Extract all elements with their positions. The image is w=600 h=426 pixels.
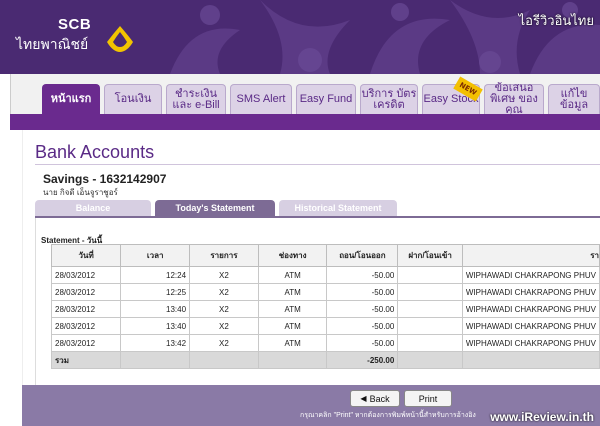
total-empty [120, 351, 191, 369]
tab-sms-alert[interactable]: SMS Alert [230, 84, 292, 114]
table-total-row: รวม -250.00 [50, 351, 600, 369]
back-arrow-icon: ◀ [360, 394, 367, 403]
cell-channel: ATM [257, 300, 328, 318]
cell-deposit [397, 317, 463, 335]
cell-time: 13:40 [120, 317, 191, 335]
cell-deposit [397, 300, 463, 318]
cell-channel: ATM [257, 266, 328, 284]
logo-text-scb: SCB [58, 16, 92, 33]
subtab-todays-statement[interactable]: Today's Statement [155, 200, 275, 216]
title-divider [35, 164, 600, 165]
cell-time: 13:42 [120, 334, 191, 352]
col-withdraw: ถอน/โอนออก [326, 244, 399, 267]
cell-date: 28/03/2012 [50, 317, 122, 335]
cell-time: 12:25 [120, 283, 191, 301]
col-transaction: รายการ [189, 244, 259, 267]
cell-time: 12:24 [120, 266, 191, 284]
cell-details: WIPHAWADI CHAKRAPONG PHUV [461, 300, 600, 318]
cell-transaction: X2 [189, 300, 259, 318]
cell-details: WIPHAWADI CHAKRAPONG PHUV [461, 317, 600, 335]
cell-date: 28/03/2012 [50, 266, 122, 284]
total-withdraw: -250.00 [326, 351, 399, 369]
tab-easy-fund[interactable]: Easy Fund [296, 84, 356, 114]
cell-date: 28/03/2012 [50, 334, 122, 352]
cell-withdraw: -50.00 [326, 334, 399, 352]
back-button-label: Back [369, 393, 390, 404]
cell-deposit [397, 334, 463, 352]
tab-credit-card[interactable]: บริการ บัตรเครดิต [360, 84, 418, 114]
cell-transaction: X2 [189, 283, 259, 301]
cell-withdraw: -50.00 [326, 300, 399, 318]
cell-deposit [397, 266, 463, 284]
cell-channel: ATM [257, 317, 328, 335]
cell-transaction: X2 [189, 334, 259, 352]
tab-transfer[interactable]: โอนเงิน [104, 84, 162, 114]
cell-deposit [397, 283, 463, 301]
cell-date: 28/03/2012 [50, 283, 122, 301]
table-row: 28/03/2012 12:25 X2 ATM -50.00 WIPHAWADI… [50, 283, 600, 301]
site-header: SCB ไทยพาณิชย์ ไอรีวิวอินไทย [0, 0, 600, 74]
cell-details: WIPHAWADI CHAKRAPONG PHUV [461, 266, 600, 284]
statement-table: วันที่ เวลา รายการ ช่องทาง ถอน/โอนออก ฝา… [50, 244, 600, 369]
total-empty [397, 351, 463, 369]
tab-special-offers[interactable]: ข้อเสนอพิเศษ ของคุณ [484, 83, 544, 116]
page-title: Bank Accounts [35, 142, 155, 162]
total-empty [257, 351, 328, 369]
cell-transaction: X2 [189, 266, 259, 284]
col-deposit: ฝาก/โอนเข้า [397, 244, 463, 267]
tab-payment-ebill[interactable]: ชำระเงิน และ e-Bill [166, 84, 226, 114]
cell-withdraw: -50.00 [326, 317, 399, 335]
account-name: Savings - 1632142907 [43, 172, 167, 186]
cell-withdraw: -50.00 [326, 266, 399, 284]
cell-details: WIPHAWADI CHAKRAPONG PHUV [461, 334, 600, 352]
nav-strip [10, 114, 600, 130]
cell-details: WIPHAWADI CHAKRAPONG PHUV [461, 283, 600, 301]
scb-emblem-icon [107, 26, 133, 52]
col-time: เวลา [120, 244, 191, 267]
cell-time: 13:40 [120, 300, 191, 318]
subtab-balance[interactable]: Balance [35, 200, 151, 216]
watermark-bottom: www.iReview.in.th [490, 410, 594, 424]
cell-channel: ATM [257, 283, 328, 301]
table-row: 28/03/2012 13:42 X2 ATM -50.00 WIPHAWADI… [50, 334, 600, 352]
tab-home[interactable]: หน้าแรก [42, 84, 100, 114]
table-row: 28/03/2012 13:40 X2 ATM -50.00 WIPHAWADI… [50, 317, 600, 335]
cell-date: 28/03/2012 [50, 300, 122, 318]
total-empty [189, 351, 259, 369]
col-channel: ช่องทาง [257, 244, 328, 267]
print-button[interactable]: Print [404, 390, 452, 407]
col-date: วันที่ [50, 244, 122, 267]
table-row: 28/03/2012 12:24 X2 ATM -50.00 WIPHAWADI… [50, 266, 600, 284]
cell-transaction: X2 [189, 317, 259, 335]
table-row: 28/03/2012 13:40 X2 ATM -50.00 WIPHAWADI… [50, 300, 600, 318]
total-label: รวม [50, 351, 122, 369]
subtab-historical-statement[interactable]: Historical Statement [279, 200, 397, 216]
col-details: รา [461, 244, 600, 267]
tab-edit-info[interactable]: แก้ไขข้อมูล [548, 84, 600, 114]
logo-text-thai: ไทยพาณิชย์ [16, 36, 89, 52]
account-holder: นาย กิจดี เอ็นจูราชูอร์ [43, 188, 118, 197]
total-empty [461, 351, 600, 369]
watermark-top: ไอรีวิวอินไทย [518, 13, 594, 28]
main-content: Bank Accounts Savings - 1632142907 นาย ก… [22, 130, 600, 426]
cell-withdraw: -50.00 [326, 283, 399, 301]
print-note: กรุณาคลิก "Print" หากต้องการพิมพ์หน้านี้… [300, 412, 476, 419]
cell-channel: ATM [257, 334, 328, 352]
table-header-row: วันที่ เวลา รายการ ช่องทาง ถอน/โอนออก ฝา… [50, 244, 600, 267]
back-button[interactable]: ◀ Back [350, 390, 400, 407]
